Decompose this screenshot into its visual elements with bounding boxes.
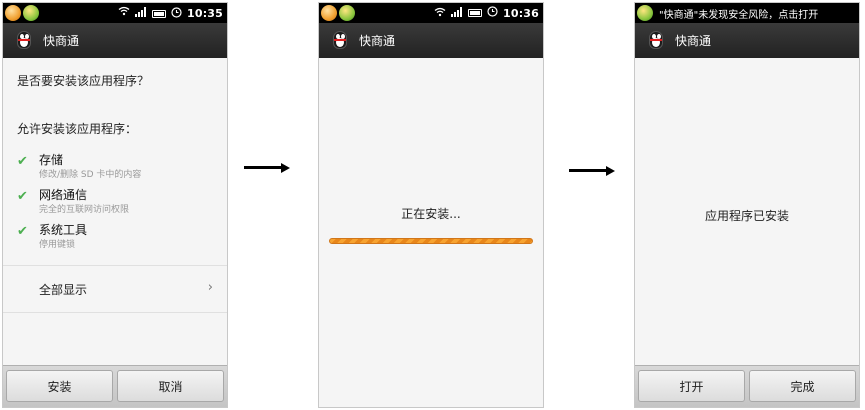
permission-desc: 完全的互联网访问权限 [39, 205, 130, 215]
installed-screen: "快商通"未发现安全风险，点击打开 快商通 应用程序已安装 打开 完成 [634, 2, 860, 408]
check-icon: ✔ [17, 224, 28, 239]
status-bar: 10:35 [3, 3, 227, 23]
action-bar: 打开 完成 [635, 365, 859, 407]
cancel-button[interactable]: 取消 [117, 370, 224, 402]
penguin-icon [15, 30, 33, 51]
app-title-bar: 快商通 [635, 23, 859, 58]
right-arrow-icon [244, 163, 290, 173]
status-bar: "快商通"未发现安全风险，点击打开 [635, 3, 859, 23]
install-confirm-screen: 10:35 快商通 是否要安装该应用程序？ 允许安装该应用程序： ✔ 存储 修改… [2, 2, 228, 408]
permission-desc: 停用键锁 [39, 240, 76, 250]
chevron-right-icon[interactable]: › [208, 280, 213, 295]
status-bar: 10:36 [319, 3, 543, 23]
signal-icon [450, 6, 463, 20]
divider [3, 312, 227, 313]
alarm-icon [171, 6, 182, 21]
penguin-icon [331, 30, 349, 51]
app-notification-icon [321, 5, 337, 21]
install-question: 是否要安装该应用程序？ [17, 74, 150, 88]
install-progress-bar [329, 238, 533, 244]
app-title-bar: 快商通 [3, 23, 227, 58]
wifi-icon [118, 6, 130, 21]
qq-notification-icon [23, 5, 39, 21]
clock-time: 10:35 [186, 7, 223, 20]
wifi-icon [434, 7, 446, 20]
right-arrow-icon [569, 166, 615, 176]
permission-desc: 修改/删除 SD 卡中的内容 [39, 170, 142, 180]
security-shield-icon [637, 5, 653, 21]
qq-notification-icon [339, 5, 355, 21]
alarm-icon [487, 6, 498, 20]
installing-status-text: 正在安装... [401, 207, 461, 221]
permission-name: 网络通信 [39, 188, 88, 202]
app-title: 快商通 [675, 34, 712, 48]
signal-icon [134, 7, 147, 20]
divider [3, 265, 227, 266]
check-icon: ✔ [17, 154, 28, 169]
show-all-link[interactable]: 全部显示 [39, 281, 87, 298]
installing-screen: 10:36 快商通 正在安装... [318, 2, 544, 408]
clock-time: 10:36 [502, 6, 539, 20]
app-notification-icon [5, 5, 21, 21]
check-icon: ✔ [17, 189, 28, 204]
penguin-icon [647, 30, 665, 51]
action-bar: 安装 取消 [3, 365, 227, 407]
permission-name: 系统工具 [39, 223, 88, 237]
done-button[interactable]: 完成 [749, 370, 856, 402]
app-title: 快商通 [43, 34, 80, 48]
open-button[interactable]: 打开 [638, 370, 745, 402]
battery-icon [467, 9, 482, 17]
install-button[interactable]: 安装 [6, 370, 113, 402]
permissions-heading: 允许安装该应用程序： [17, 122, 138, 136]
battery-icon [151, 9, 166, 18]
installed-status-text: 应用程序已安装 [704, 209, 789, 223]
app-title: 快商通 [359, 34, 396, 48]
security-notification-text[interactable]: "快商通"未发现安全风险，点击打开 [659, 6, 818, 21]
permission-name: 存储 [39, 153, 64, 167]
app-title-bar: 快商通 [319, 23, 543, 58]
